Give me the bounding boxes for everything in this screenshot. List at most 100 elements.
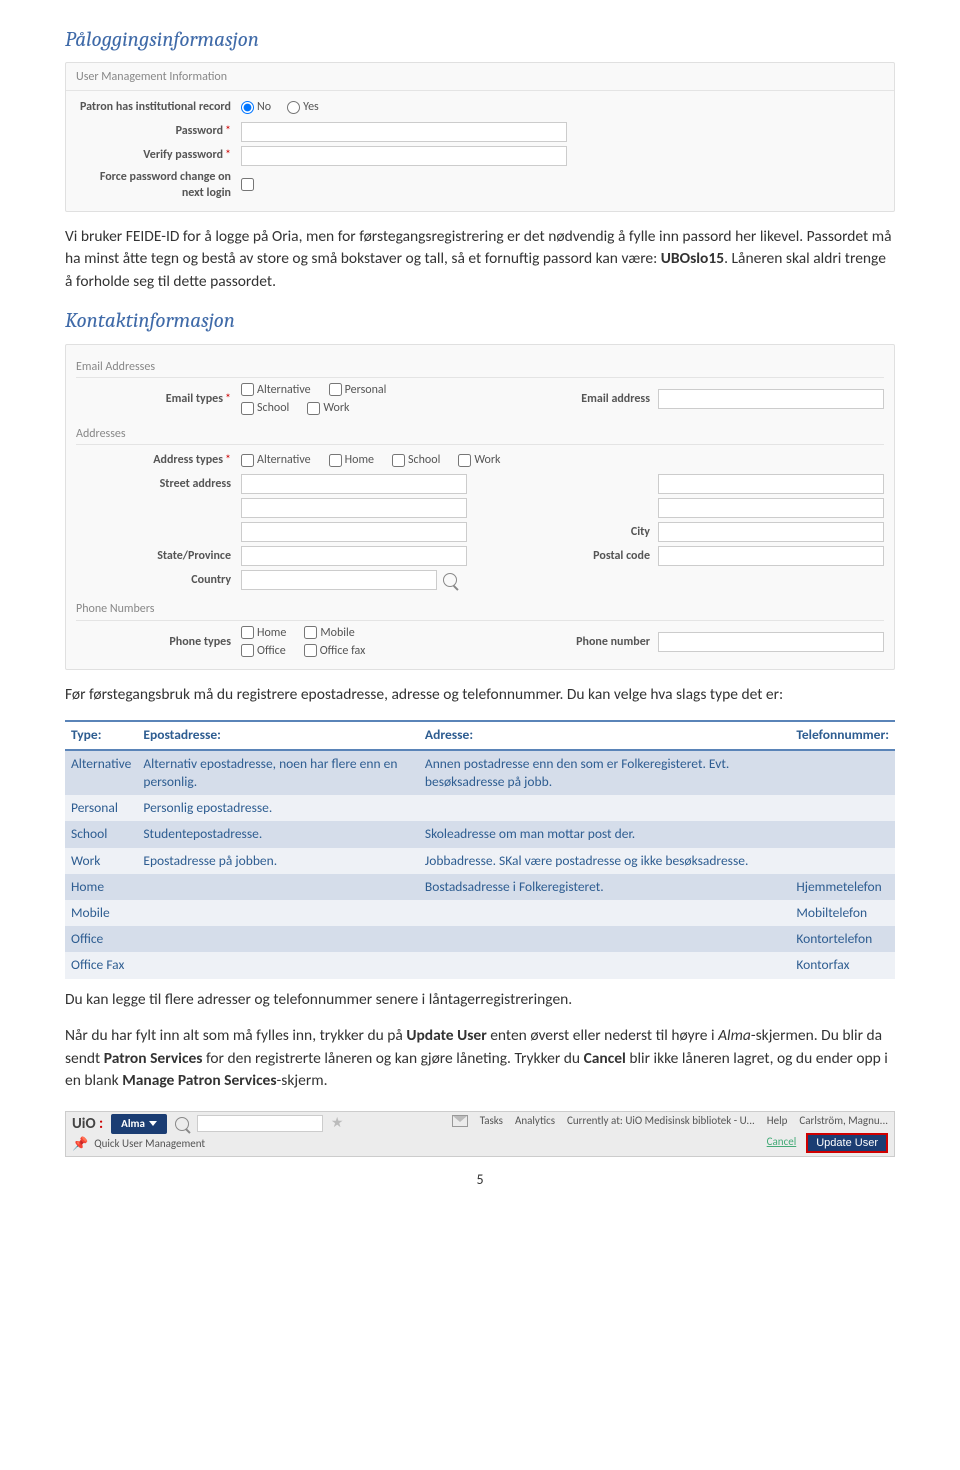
phone-number-input[interactable] [658, 632, 884, 652]
table-cell-type: Home [65, 874, 137, 900]
label-country: Country [76, 572, 235, 588]
table-cell-epost: Epostadresse på jobben. [137, 848, 419, 874]
table-cell-type: Office [65, 926, 137, 952]
verify-password-input[interactable] [241, 146, 567, 166]
cb-phone-office[interactable] [241, 644, 254, 657]
section-palogging-title: Påloggingsinformasjon [65, 26, 895, 54]
table-cell-tlf: Kontorfax [790, 952, 895, 978]
email-address-input[interactable] [658, 389, 884, 409]
cb-email-school[interactable] [241, 402, 254, 415]
pin-icon[interactable]: 📌 [72, 1136, 88, 1154]
table-cell-type: Office Fax [65, 952, 137, 978]
contact-panel: Email Addresses Email types Alternative … [65, 344, 895, 670]
table-cell-adresse [419, 900, 790, 926]
table-cell-epost [137, 900, 419, 926]
table-cell-tlf: Kontortelefon [790, 926, 895, 952]
user-menu[interactable]: Carlström, Magnu... [799, 1114, 888, 1129]
table-cell-type: Work [65, 848, 137, 874]
search-icon[interactable] [175, 1117, 189, 1131]
tasks-link[interactable]: Tasks [480, 1114, 503, 1129]
table-cell-epost: Personlig epostadresse. [137, 795, 419, 821]
section-kontakt-title: Kontaktinformasjon [65, 307, 895, 335]
cancel-button[interactable]: Cancel [767, 1135, 797, 1150]
table-cell-epost [137, 952, 419, 978]
label-postal: Postal code [560, 548, 652, 564]
cb-addr-home[interactable] [329, 454, 342, 467]
table-cell-adresse: Jobbadresse. SKal være postadresse og ik… [419, 848, 790, 874]
label-phone-number: Phone number [560, 634, 652, 650]
table-cell-tlf [790, 821, 895, 847]
country-lookup-icon[interactable] [443, 573, 457, 587]
mail-icon[interactable] [452, 1115, 468, 1127]
cb-email-personal[interactable] [329, 383, 342, 396]
label-email-address: Email address [560, 391, 652, 407]
label-password: Password [76, 123, 235, 139]
group-email-addresses: Email Addresses [76, 357, 884, 378]
force-change-checkbox[interactable] [241, 178, 254, 191]
paragraph-update-user: Når du har fylt inn alt som må fylles in… [65, 1025, 895, 1092]
table-cell-tlf: Hjemmetelefon [790, 874, 895, 900]
alma-menu[interactable]: Alma [111, 1114, 167, 1135]
label-street-address: Street address [76, 476, 235, 492]
breadcrumb-quick-user-mgmt[interactable]: Quick User Management [94, 1137, 205, 1152]
label-address-types: Address types [76, 452, 235, 468]
label-city: City [560, 524, 652, 540]
paragraph-more-addresses: Du kan legge til flere adresser og telef… [65, 989, 895, 1011]
panel-user-mgmt-head: User Management Information [66, 67, 894, 90]
table-cell-adresse: Annen postadresse enn den som er Folkere… [419, 750, 790, 795]
label-verify-password: Verify password [76, 147, 235, 163]
table-row: AlternativeAlternativ epostadresse, noen… [65, 750, 895, 795]
cb-addr-school[interactable] [392, 454, 405, 467]
email-types-options: Alternative Personal School Work [241, 382, 396, 416]
th-epost: Epostadresse: [137, 721, 419, 749]
table-cell-tlf: Mobiltelefon [790, 900, 895, 926]
th-tlf: Telefonnummer: [790, 721, 895, 749]
street-input-2[interactable] [241, 498, 467, 518]
street-input-1[interactable] [241, 474, 467, 494]
table-cell-adresse [419, 926, 790, 952]
cb-phone-officefax[interactable] [304, 644, 317, 657]
location-label: Currently at: UiO Medisinsk bibliotek - … [567, 1114, 755, 1129]
table-row: Office Fax Kontorfax [65, 952, 895, 978]
radio-no[interactable] [241, 101, 254, 114]
cb-addr-work[interactable] [458, 454, 471, 467]
table-cell-epost [137, 874, 419, 900]
radio-yes-label: Yes [303, 99, 319, 115]
table-cell-adresse [419, 952, 790, 978]
table-cell-adresse: Skoleadresse om man mottar post der. [419, 821, 790, 847]
th-adresse: Adresse: [419, 721, 790, 749]
page-number: 5 [65, 1171, 895, 1190]
paragraph-login-info: Vi bruker FEIDE-ID for å logge på Oria, … [65, 226, 895, 293]
cb-addr-alternative[interactable] [241, 454, 254, 467]
street-input-3[interactable] [241, 522, 467, 542]
cb-phone-mobile[interactable] [304, 626, 317, 639]
analytics-link[interactable]: Analytics [515, 1114, 555, 1129]
city-input[interactable] [658, 522, 884, 542]
toolbar-search-input[interactable] [197, 1115, 323, 1132]
star-icon[interactable]: ★ [331, 1114, 344, 1133]
cb-phone-home[interactable] [241, 626, 254, 639]
postal-input[interactable] [658, 546, 884, 566]
help-link[interactable]: Help [767, 1114, 788, 1129]
state-input[interactable] [241, 546, 467, 566]
table-cell-type: Personal [65, 795, 137, 821]
table-cell-epost [137, 926, 419, 952]
cb-email-work[interactable] [307, 402, 320, 415]
user-management-panel: User Management Information Patron has i… [65, 62, 895, 212]
country-input[interactable] [241, 570, 437, 590]
table-cell-type: Alternative [65, 750, 137, 795]
street-input-1b[interactable] [658, 474, 884, 494]
address-types-options: Alternative Home School Work [241, 452, 510, 468]
table-cell-adresse [419, 795, 790, 821]
phone-types-options: Home Mobile Office Office fax [241, 625, 375, 659]
cb-email-alternative[interactable] [241, 383, 254, 396]
table-row: SchoolStudentepostadresse.Skoleadresse o… [65, 821, 895, 847]
street-input-2b[interactable] [658, 498, 884, 518]
table-cell-tlf [790, 795, 895, 821]
table-row: PersonalPersonlig epostadresse. [65, 795, 895, 821]
password-input[interactable] [241, 122, 567, 142]
update-user-button[interactable]: Update User [806, 1133, 888, 1153]
chevron-down-icon [149, 1121, 157, 1126]
label-patron-institutional: Patron has institutional record [76, 99, 235, 115]
radio-yes[interactable] [287, 101, 300, 114]
